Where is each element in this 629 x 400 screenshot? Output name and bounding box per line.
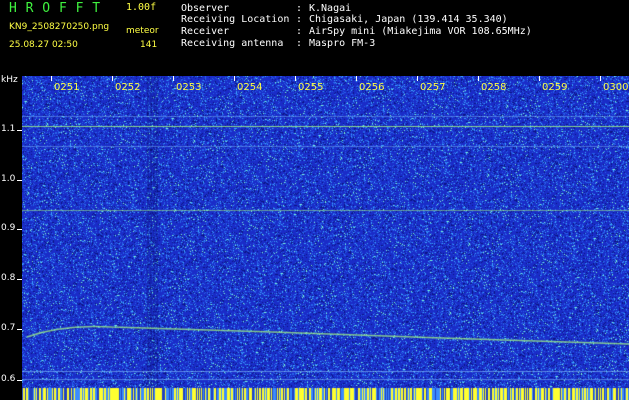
x-tick (600, 76, 601, 81)
x-tick (417, 76, 418, 81)
x-tick-label: 0259 (542, 82, 568, 93)
meteor-count: 141 (140, 40, 158, 50)
x-tick-label: 0252 (115, 82, 141, 93)
header-panel: H R O F F T 1.00f KN9_2508270250.png met… (0, 0, 629, 76)
meteor-label: meteor (126, 26, 159, 36)
x-tick-label: 0256 (359, 82, 385, 93)
version-label: 1.00f (126, 2, 157, 13)
x-tick-label: 0300 (603, 82, 629, 93)
x-tick-label: 0254 (237, 82, 263, 93)
x-tick-label: 0253 (176, 82, 202, 93)
location-key: Receiving Location (181, 14, 290, 25)
x-tick (112, 76, 113, 81)
antenna-value: Maspro FM-3 (309, 38, 376, 49)
y-tick-label: 1.1 (1, 124, 16, 134)
antenna-sep: : (296, 38, 303, 49)
receiver-sep: : (296, 26, 303, 37)
location-sep: : (296, 14, 303, 25)
y-axis-unit: kHz (1, 75, 18, 85)
x-tick (356, 76, 357, 81)
receiver-key: Receiver (181, 26, 230, 37)
x-tick (478, 76, 479, 81)
x-tick (234, 76, 235, 81)
observer-key: Observer (181, 3, 230, 14)
x-tick (173, 76, 174, 81)
y-tick-label: 0.6 (1, 374, 16, 384)
observer-sep: : (296, 3, 303, 14)
location-value: Chigasaki, Japan (139.414 35.340) (309, 14, 508, 25)
receiver-value: AirSpy mini (Miakejima VOR 108.65MHz) (309, 26, 532, 37)
waterfall-spectrogram (22, 76, 629, 400)
x-tick-label: 0258 (481, 82, 507, 93)
waterfall-canvas (22, 76, 629, 400)
x-tick-label: 0257 (420, 82, 446, 93)
observer-value: K.Nagai (309, 3, 352, 14)
y-tick-label: 0.8 (1, 273, 16, 283)
app-title: H R O F F T (9, 1, 101, 16)
x-tick (539, 76, 540, 81)
x-tick-label: 0255 (298, 82, 324, 93)
x-tick (51, 76, 52, 81)
y-tick-label: 0.7 (1, 323, 16, 333)
datetime-label: 25.08.27 02:50 (9, 40, 78, 50)
y-tick-label: 1.0 (1, 174, 16, 184)
filename-label: KN9_2508270250.png (9, 22, 110, 32)
x-tick (295, 76, 296, 81)
antenna-key: Receiving antenna (181, 38, 284, 49)
y-tick-label: 0.9 (1, 223, 16, 233)
x-tick-label: 0251 (54, 82, 80, 93)
